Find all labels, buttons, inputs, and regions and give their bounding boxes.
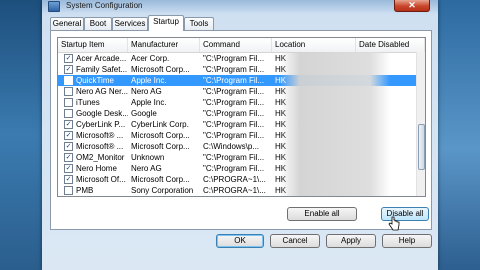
- tab-label: Startup: [153, 17, 179, 26]
- redacted-area: [280, 52, 390, 196]
- row-command: "C:\Program Fil...: [203, 87, 265, 96]
- row-manufacturer: Microsoft Corp...: [131, 175, 190, 184]
- row-manufacturer: Apple Inc.: [131, 98, 167, 107]
- apply-button[interactable]: Apply: [326, 234, 376, 248]
- startup-list[interactable]: Startup Item Manufacturer Command Locati…: [57, 37, 426, 197]
- row-command: "C:\Program Fil...: [203, 153, 265, 162]
- column-header-location[interactable]: Location: [272, 38, 356, 52]
- row-item: Microsoft® ...: [76, 142, 124, 151]
- row-manufacturer: Unknown: [131, 153, 165, 162]
- title-bar[interactable]: System Configuration ✕: [42, 0, 438, 12]
- desktop-background-left: [0, 0, 42, 270]
- row-checkbox[interactable]: ✓: [64, 131, 73, 140]
- startup-panel: Startup Item Manufacturer Command Locati…: [50, 30, 432, 230]
- tab-label: Services: [114, 19, 146, 28]
- tab-label: Boot: [89, 19, 107, 28]
- row-manufacturer: Sony Corporation: [131, 186, 194, 195]
- close-icon: ✕: [408, 0, 416, 10]
- row-checkbox[interactable]: [64, 109, 73, 118]
- row-item: iTunes: [76, 98, 100, 107]
- row-item: Microsoft® ...: [76, 131, 124, 140]
- row-item: OM2_Monitor: [76, 153, 125, 162]
- row-item: Nero Home: [76, 164, 117, 173]
- tab-label: Tools: [189, 19, 209, 28]
- column-header-date-disabled[interactable]: Date Disabled: [356, 38, 425, 52]
- row-item: QuickTime: [76, 76, 114, 85]
- msconfig-icon: [48, 1, 60, 12]
- row-command: "C:\Program Fil...: [203, 65, 265, 74]
- system-configuration-window: System Configuration ✕ General Boot Serv…: [42, 0, 438, 270]
- vertical-scrollbar[interactable]: [416, 52, 425, 196]
- tab-general[interactable]: General: [50, 17, 84, 30]
- row-checkbox[interactable]: [64, 87, 73, 96]
- row-checkbox[interactable]: ✓: [64, 153, 73, 162]
- row-command: C:\PROGRA~1\...: [203, 175, 266, 184]
- row-manufacturer: Microsoft Corp...: [131, 131, 190, 140]
- row-manufacturer: Microsoft Corp...: [131, 142, 190, 151]
- help-button[interactable]: Help: [382, 234, 432, 248]
- row-command: C:\Windows\p...: [203, 142, 260, 151]
- row-checkbox[interactable]: [64, 76, 73, 85]
- cancel-button[interactable]: Cancel: [270, 234, 320, 248]
- row-command: "C:\Program Fil...: [203, 164, 265, 173]
- column-header-manufacturer[interactable]: Manufacturer: [128, 38, 200, 52]
- close-button[interactable]: ✕: [394, 0, 430, 12]
- desktop-background-right: [438, 0, 480, 270]
- hand-cursor-icon: [388, 216, 400, 231]
- row-manufacturer: Microsoft Corp...: [131, 65, 190, 74]
- row-command: "C:\Program Fil...: [203, 131, 265, 140]
- tab-startup[interactable]: Startup: [148, 15, 184, 31]
- row-item: Microsoft Of...: [76, 175, 126, 184]
- row-item: Google Desk...: [76, 109, 128, 118]
- tab-boot[interactable]: Boot: [84, 17, 112, 30]
- row-checkbox[interactable]: ✓: [64, 54, 73, 63]
- row-command: "C:\Program Fil...: [203, 109, 265, 118]
- row-manufacturer: Google: [131, 109, 157, 118]
- row-item: PMB: [76, 186, 94, 195]
- row-manufacturer: Nero AG: [131, 87, 162, 96]
- row-item: Family Safet...: [76, 65, 128, 74]
- row-command: "C:\Program Fil...: [203, 76, 265, 85]
- row-checkbox[interactable]: [64, 98, 73, 107]
- row-checkbox[interactable]: ✓: [64, 142, 73, 151]
- row-item: CyberLink P...: [76, 120, 126, 129]
- tab-label: General: [52, 19, 82, 28]
- row-command: "C:\Program Fil...: [203, 120, 265, 129]
- row-item: Nero AG Ner...: [76, 87, 128, 96]
- row-checkbox[interactable]: ✓: [64, 120, 73, 129]
- row-checkbox[interactable]: ✓: [64, 164, 73, 173]
- column-header-command[interactable]: Command: [200, 38, 272, 52]
- tab-tools[interactable]: Tools: [184, 17, 214, 30]
- row-manufacturer: Acer Corp.: [131, 54, 170, 63]
- list-header: Startup Item Manufacturer Command Locati…: [58, 38, 425, 53]
- row-checkbox[interactable]: ✓: [64, 175, 73, 184]
- row-command: "C:\Program Fil...: [203, 98, 265, 107]
- tab-services[interactable]: Services: [112, 17, 148, 30]
- column-header-startup-item[interactable]: Startup Item: [58, 38, 128, 52]
- row-manufacturer: Apple Inc.: [131, 76, 167, 85]
- row-manufacturer: CyberLink Corp.: [131, 120, 189, 129]
- ok-button[interactable]: OK: [216, 234, 264, 248]
- row-manufacturer: Nero AG: [131, 164, 162, 173]
- row-checkbox[interactable]: [64, 186, 73, 195]
- scrollbar-thumb[interactable]: [418, 124, 425, 170]
- row-command: C:\PROGRA~1\...: [203, 186, 266, 195]
- row-item: Acer Arcade...: [76, 54, 127, 63]
- row-command: "C:\Program Fil...: [203, 54, 265, 63]
- enable-all-button[interactable]: Enable all: [287, 207, 357, 221]
- row-checkbox[interactable]: ✓: [64, 65, 73, 74]
- window-title: System Configuration: [66, 1, 143, 10]
